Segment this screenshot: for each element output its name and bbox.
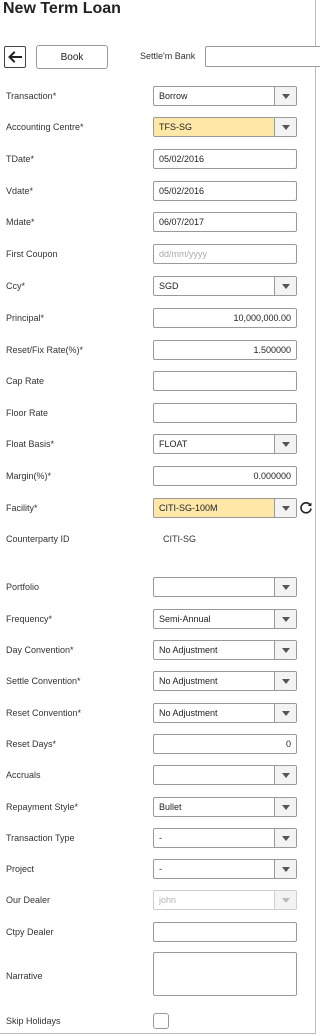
frequency-value: Semi-Annual xyxy=(159,614,211,624)
reset-fix-rate-label: Reset/Fix Rate(%)* xyxy=(6,345,84,355)
cap-rate-label: Cap Rate xyxy=(6,376,45,386)
accounting-centre-value: TFS-SG xyxy=(159,122,192,132)
day-convention-label: Day Convention* xyxy=(6,645,74,655)
margin-input[interactable]: 0.000000 xyxy=(153,466,297,486)
settle-convention-value: No Adjustment xyxy=(159,676,218,686)
reset-convention-select[interactable]: No Adjustment xyxy=(153,703,297,723)
float-basis-select[interactable]: FLOAT xyxy=(153,434,297,454)
our-dealer-select: john xyxy=(153,890,297,910)
arrow-left-icon xyxy=(8,51,22,63)
reset-fix-rate-input[interactable]: 1.500000 xyxy=(153,340,297,360)
skip-holidays-checkbox[interactable] xyxy=(153,1013,169,1029)
our-dealer-label: Our Dealer xyxy=(6,895,51,905)
accounting-centre-select[interactable]: TFS-SG xyxy=(153,117,297,137)
transaction-type-select[interactable]: - xyxy=(153,828,297,848)
facility-value: CITI-SG-100M xyxy=(159,503,218,513)
back-button[interactable] xyxy=(4,46,26,68)
chevron-down-icon[interactable] xyxy=(274,578,296,596)
portfolio-select[interactable] xyxy=(153,577,297,597)
chevron-down-icon xyxy=(274,891,296,909)
facility-select[interactable]: CITI-SG-100M xyxy=(153,498,297,518)
tdate-label: TDate* xyxy=(6,154,35,164)
repayment-style-select[interactable]: Bullet xyxy=(153,797,297,817)
transaction-label: Transaction* xyxy=(6,91,57,101)
reset-convention-label: Reset Convention* xyxy=(6,708,82,718)
settle-bank-input[interactable] xyxy=(205,46,320,67)
principal-label: Principal* xyxy=(6,313,45,323)
mdate-label: Mdate* xyxy=(6,217,35,227)
reset-days-label: Reset Days* xyxy=(6,739,57,749)
book-button[interactable]: Book xyxy=(36,45,108,69)
transaction-select[interactable]: Borrow xyxy=(153,86,297,106)
first-coupon-label: First Coupon xyxy=(6,249,58,259)
transaction-type-label: Transaction Type xyxy=(6,833,75,843)
skip-holidays-label: Skip Holidays xyxy=(6,1016,61,1026)
vdate-input[interactable]: 05/02/2016 xyxy=(153,181,297,201)
counterparty-id-value: CITI-SG xyxy=(163,534,196,544)
margin-label: Margin(%)* xyxy=(6,471,52,481)
ctpy-dealer-input[interactable] xyxy=(153,922,297,942)
float-basis-label: Float Basis* xyxy=(6,439,55,449)
float-basis-value: FLOAT xyxy=(159,439,188,449)
floor-rate-label: Floor Rate xyxy=(6,408,49,418)
chevron-down-icon[interactable] xyxy=(274,118,296,136)
reset-convention-value: No Adjustment xyxy=(159,708,218,718)
settle-convention-label: Settle Convention* xyxy=(6,676,81,686)
day-convention-value: No Adjustment xyxy=(159,645,218,655)
facility-label: Facility* xyxy=(6,503,38,513)
project-label: Project xyxy=(6,864,35,874)
ccy-select[interactable]: SGD xyxy=(153,276,297,296)
chevron-down-icon[interactable] xyxy=(274,435,296,453)
frequency-label: Frequency* xyxy=(6,614,53,624)
ccy-value: SGD xyxy=(159,281,179,291)
portfolio-label: Portfolio xyxy=(6,582,40,592)
floor-rate-input[interactable] xyxy=(153,403,297,423)
accruals-select[interactable] xyxy=(153,765,297,785)
settle-bank-label: Settle'm Bank xyxy=(140,51,196,61)
project-select[interactable]: - xyxy=(153,859,297,879)
repayment-style-value: Bullet xyxy=(159,802,182,812)
accruals-label: Accruals xyxy=(6,770,41,780)
tdate-input[interactable]: 05/02/2016 xyxy=(153,149,297,169)
chevron-down-icon[interactable] xyxy=(274,672,296,690)
reset-days-input[interactable]: 0 xyxy=(153,734,297,754)
chevron-down-icon[interactable] xyxy=(274,798,296,816)
mdate-input[interactable]: 06/07/2017 xyxy=(153,212,297,232)
project-value: - xyxy=(159,864,162,874)
chevron-down-icon[interactable] xyxy=(274,277,296,295)
transaction-type-value: - xyxy=(159,833,162,843)
accounting-centre-label: Accounting Centre* xyxy=(6,122,84,132)
ccy-label: Ccy* xyxy=(6,281,26,291)
chevron-down-icon[interactable] xyxy=(274,610,296,628)
chevron-down-icon[interactable] xyxy=(274,499,296,517)
day-convention-select[interactable]: No Adjustment xyxy=(153,640,297,660)
narrative-textarea[interactable] xyxy=(153,952,297,996)
our-dealer-value: john xyxy=(159,895,177,905)
first-coupon-input[interactable]: dd/mm/yyyy xyxy=(153,244,297,264)
chevron-down-icon[interactable] xyxy=(274,829,296,847)
vdate-label: Vdate* xyxy=(6,186,34,196)
chevron-down-icon[interactable] xyxy=(274,766,296,784)
chevron-down-icon[interactable] xyxy=(274,87,296,105)
principal-input[interactable]: 10,000,000.00 xyxy=(153,308,297,328)
settle-convention-select[interactable]: No Adjustment xyxy=(153,671,297,691)
ctpy-dealer-label: Ctpy Dealer xyxy=(6,927,54,937)
cap-rate-input[interactable] xyxy=(153,371,297,391)
counterparty-id-label: Counterparty ID xyxy=(6,534,70,544)
refresh-icon[interactable] xyxy=(298,500,313,515)
chevron-down-icon[interactable] xyxy=(274,641,296,659)
repayment-style-label: Repayment Style* xyxy=(6,802,79,812)
frequency-select[interactable]: Semi-Annual xyxy=(153,609,297,629)
chevron-down-icon[interactable] xyxy=(274,704,296,722)
page-title: New Term Loan xyxy=(3,0,121,17)
narrative-label: Narrative xyxy=(6,971,43,981)
chevron-down-icon[interactable] xyxy=(274,860,296,878)
transaction-value: Borrow xyxy=(159,91,188,101)
